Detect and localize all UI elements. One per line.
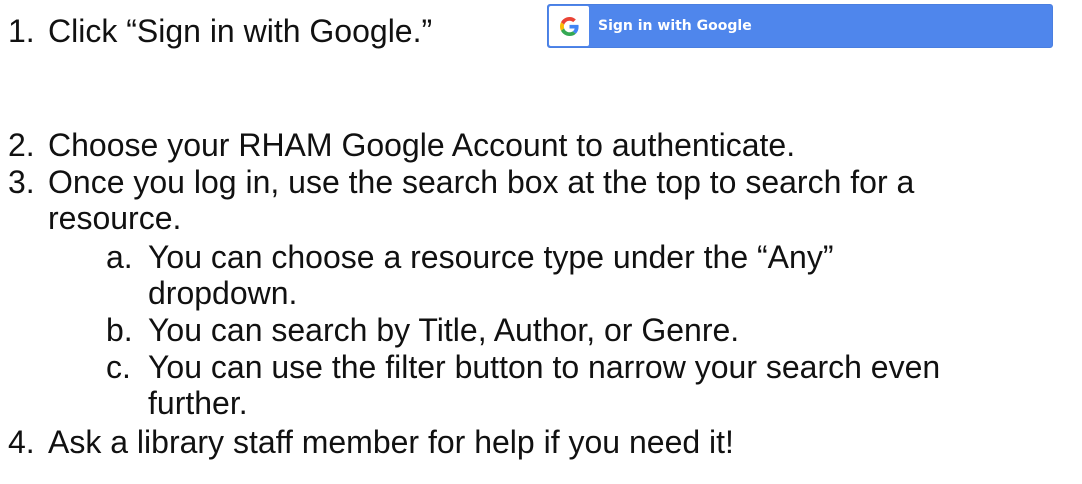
step-text: Choose your RHAM Google Account to authe… bbox=[48, 127, 796, 163]
substep-a-continuation: dropdown. bbox=[148, 274, 297, 312]
step-text: Once you log in, use the search box at t… bbox=[48, 164, 915, 200]
substep-letter: b. bbox=[106, 312, 133, 348]
substep-c-continuation: further. bbox=[148, 384, 248, 422]
step-number: 1. bbox=[8, 13, 35, 49]
sign-in-with-google-button[interactable]: Sign in with Google bbox=[547, 4, 1053, 48]
substep-letter: c. bbox=[106, 349, 131, 385]
step-text-continued: resource. bbox=[48, 200, 182, 236]
google-g-icon bbox=[560, 17, 579, 36]
step-text: Click “Sign in with Google.” bbox=[48, 13, 433, 49]
substep-text: You can use the filter button to narrow … bbox=[148, 349, 941, 385]
instructions-page: 1. Click “Sign in with Google.” Sign in … bbox=[0, 0, 1082, 484]
step-number: 2. bbox=[8, 127, 35, 163]
google-logo-box bbox=[549, 6, 589, 46]
substep-text-continued: further. bbox=[148, 385, 248, 421]
step-number: 4. bbox=[8, 424, 35, 460]
step-number: 3. bbox=[8, 164, 35, 200]
substep-text-continued: dropdown. bbox=[148, 275, 298, 311]
step-3-continuation: resource. bbox=[48, 199, 181, 237]
google-button-label: Sign in with Google bbox=[598, 18, 752, 34]
substep-text: You can choose a resource type under the… bbox=[148, 239, 834, 275]
substep-text: You can search by Title, Author, or Genr… bbox=[148, 312, 740, 348]
substep-letter: a. bbox=[106, 239, 133, 275]
step-text: Ask a library staff member for help if y… bbox=[48, 424, 734, 460]
